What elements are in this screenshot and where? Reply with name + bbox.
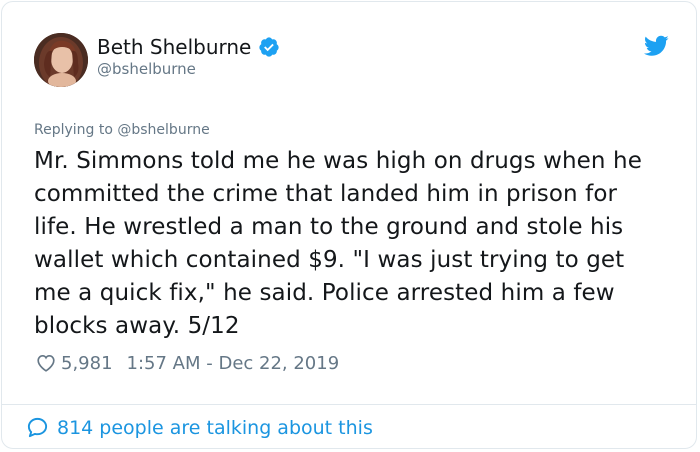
timestamp[interactable]: 1:57 AM - Dec 22, 2019 [127, 353, 340, 374]
avatar[interactable] [34, 33, 88, 87]
speech-bubble-icon [26, 416, 49, 439]
verified-badge-icon [258, 36, 280, 58]
tweet-text: Mr. Simmons told me he was high on drugs… [34, 148, 642, 339]
author-name-row[interactable]: Beth Shelburne [97, 34, 280, 60]
talking-about-label[interactable]: 814 people are talking about this [57, 417, 373, 439]
replying-to-label[interactable]: Replying to @bshelburne [34, 122, 210, 138]
heart-icon[interactable] [35, 352, 57, 374]
tweet-meta: 5,981 1:57 AM - Dec 22, 2019 [35, 352, 339, 374]
divider [2, 404, 696, 405]
talking-about-link[interactable]: 814 people are talking about this [26, 416, 373, 439]
tweet-card: Beth Shelburne @bshelburne Replying to @… [1, 1, 697, 449]
like-count[interactable]: 5,981 [61, 353, 113, 374]
author-handle[interactable]: @bshelburne [97, 60, 196, 78]
twitter-bird-icon[interactable] [643, 35, 669, 57]
display-name[interactable]: Beth Shelburne [97, 35, 251, 59]
